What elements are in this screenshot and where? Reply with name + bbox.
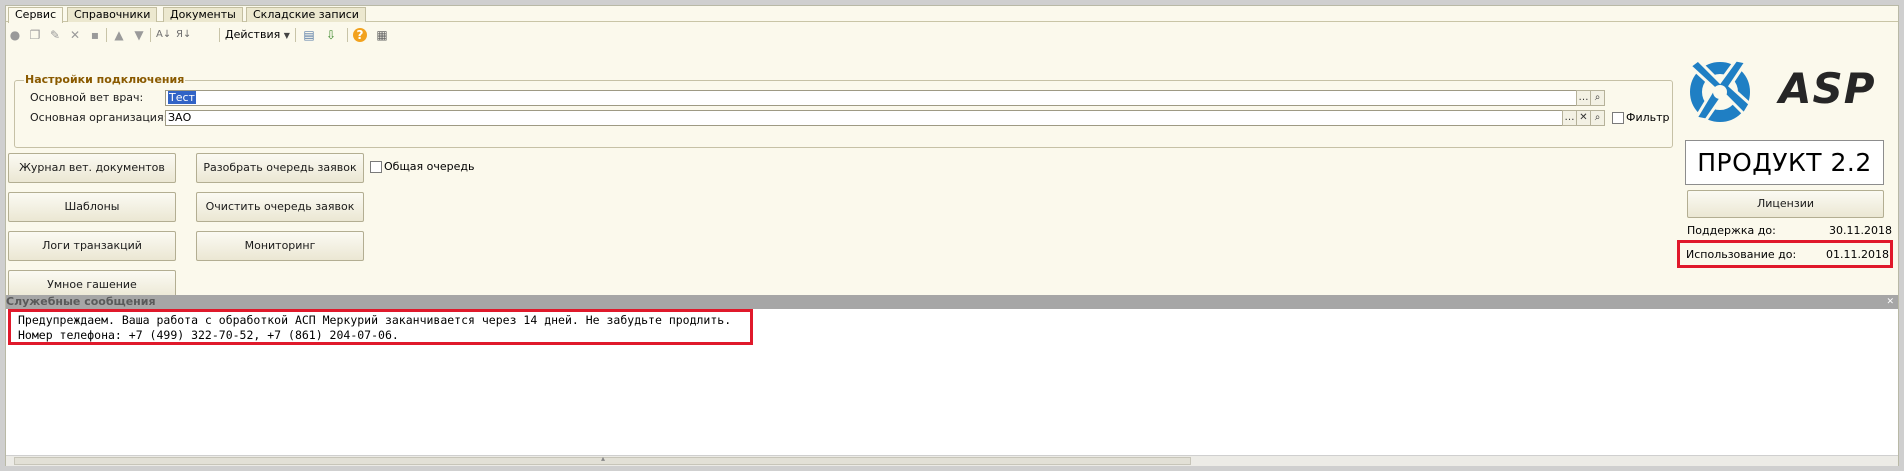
org-search-icon[interactable]: ⌕ [1590, 110, 1605, 126]
add-circle-icon[interactable]: ● [8, 28, 22, 42]
vet-select-button[interactable]: … [1576, 90, 1591, 106]
vet-label: Основной вет врач: [30, 91, 144, 104]
tab-bar: Сервис Справочники Документы Складские з… [6, 6, 1898, 23]
toolbar-separator [347, 28, 348, 42]
sort-asc-icon[interactable]: A↓ [156, 28, 171, 42]
toolbar-separator [295, 28, 296, 42]
group-title: Настройки подключения [24, 73, 186, 87]
clear-queue-button[interactable]: Очистить очередь заявок [196, 192, 364, 222]
support-label: Поддержка до: [1687, 224, 1776, 237]
tab-documents[interactable]: Документы [163, 7, 243, 22]
monitoring-button[interactable]: Мониторинг [196, 231, 364, 261]
transaction-logs-button[interactable]: Логи транзакций [8, 231, 176, 261]
org-label: Основная организация: [30, 111, 168, 124]
asp-logo: ASP [1684, 58, 1894, 130]
settings-icon[interactable]: ▦ [375, 28, 389, 42]
tab-service[interactable]: Сервис [8, 7, 64, 23]
product-name: ПРОДУКТ 2.2 [1685, 140, 1884, 185]
licenses-button[interactable]: Лицензии [1687, 190, 1884, 218]
common-queue-checkbox[interactable] [370, 161, 382, 173]
messages-header: Служебные сообщения ✕ [6, 295, 1898, 309]
usage-highlight-box [1677, 240, 1893, 268]
toolbar-separator [219, 28, 220, 42]
messages-title: Служебные сообщения [6, 295, 156, 308]
org-field[interactable]: ЗАО [165, 110, 1563, 126]
parse-queue-button[interactable]: Разобрать очередь заявок [196, 153, 364, 183]
app-window: Сервис Справочники Документы Складские з… [5, 5, 1899, 466]
tab-warehouse-records[interactable]: Складские записи [246, 7, 366, 22]
vet-search-icon[interactable]: ⌕ [1590, 90, 1605, 106]
delete-icon[interactable]: ✕ [68, 28, 82, 42]
print-icon[interactable]: ▤ [302, 28, 316, 42]
export-icon[interactable]: ⇩ [324, 28, 338, 42]
org-select-button[interactable]: … [1562, 110, 1577, 126]
sort-desc-icon[interactable]: Я↓ [176, 28, 191, 42]
actions-menu[interactable]: Действия ▼ [225, 28, 290, 43]
filter-checkbox[interactable] [1612, 112, 1624, 124]
move-down-icon[interactable]: ▼ [132, 28, 146, 42]
connection-settings-group: Настройки подключения Основной вет врач:… [14, 73, 1673, 148]
support-date: 30.11.2018 [1829, 224, 1892, 237]
scroll-grip-icon: ▴ [601, 454, 606, 463]
message-highlight-box [8, 309, 753, 345]
vet-documents-journal-button[interactable]: Журнал вет. документов [8, 153, 176, 183]
toolbar-separator [106, 28, 107, 42]
copy-icon[interactable]: ❐ [28, 28, 42, 42]
common-queue-label: Общая очередь [384, 160, 475, 173]
templates-button[interactable]: Шаблоны [8, 192, 176, 222]
tab-references[interactable]: Справочники [67, 7, 158, 22]
org-value: ЗАО [168, 111, 192, 124]
logo-text: ASP [1779, 64, 1876, 113]
actions-menu-label: Действия [225, 28, 281, 41]
filter-label: Фильтр [1626, 111, 1670, 124]
move-up-icon[interactable]: ▲ [112, 28, 126, 42]
help-icon[interactable]: ? [353, 28, 367, 42]
vet-field[interactable]: Тест [165, 90, 1577, 106]
toolbar: ● ❐ ✎ ✕ ▪ ▲ ▼ A↓ Я↓ Действия ▼ ▤ ⇩ ? ▦ [6, 24, 1898, 46]
edit-icon[interactable]: ✎ [48, 28, 62, 42]
org-clear-icon[interactable]: ✕ [1576, 110, 1591, 126]
save-icon[interactable]: ▪ [88, 28, 102, 42]
toolbar-separator [150, 28, 151, 42]
chevron-down-icon: ▼ [283, 31, 290, 40]
close-icon[interactable]: ✕ [1886, 295, 1894, 309]
horizontal-scrollbar[interactable]: ▴ [6, 454, 1898, 466]
vet-value: Тест [168, 91, 196, 104]
